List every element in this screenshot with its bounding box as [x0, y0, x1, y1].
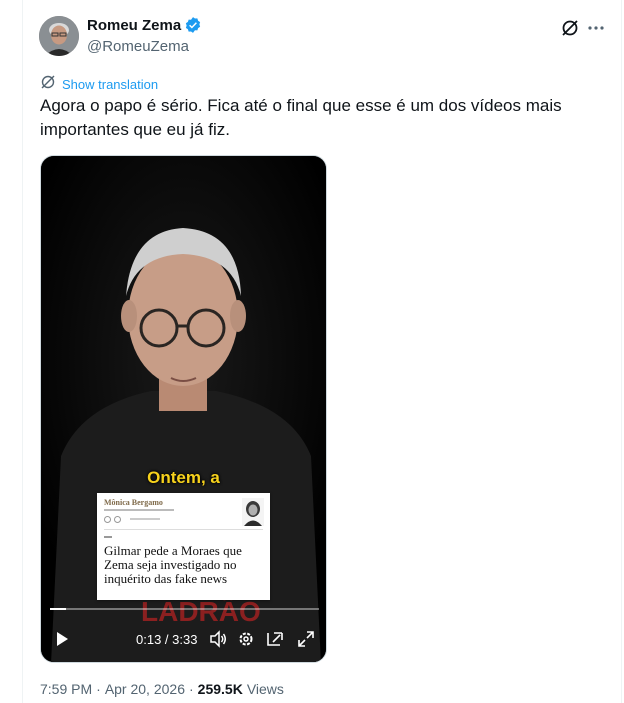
show-translation-link[interactable]: Show translation	[40, 74, 158, 95]
tweet-card: Romeu Zema @RomeuZema Show translation A…	[22, 0, 622, 703]
tweet-time[interactable]: 7:59 PM	[40, 681, 92, 697]
settings-icon[interactable]	[237, 630, 255, 648]
tweet-date[interactable]: Apr 20, 2026	[105, 681, 185, 697]
more-icon[interactable]	[586, 18, 606, 38]
volume-icon[interactable]	[209, 630, 227, 648]
views-label: Views	[246, 681, 284, 697]
author-handle[interactable]: @RomeuZema	[87, 38, 189, 55]
video-progress-fill	[50, 608, 67, 610]
author-name[interactable]: Romeu Zema	[87, 17, 181, 34]
meta-separator: ·	[188, 681, 194, 697]
show-translation-label[interactable]: Show translation	[62, 77, 158, 92]
meta-separator: ·	[96, 681, 101, 697]
article-divider	[104, 529, 263, 530]
pip-icon[interactable]	[266, 630, 284, 648]
video-time: 0:13 / 3:33	[136, 632, 198, 647]
avatar[interactable]	[39, 16, 79, 56]
video-caption: Ontem, a	[147, 468, 220, 487]
video-player[interactable]: LADRÃO Ontem, a Mônica Bergamo Gilmar pe…	[40, 155, 327, 663]
columnist-photo	[242, 498, 264, 526]
article-kicker-line	[104, 536, 114, 540]
translate-icon	[40, 74, 56, 95]
article-headline: Gilmar pede a Moraes que Zema seja inves…	[104, 543, 242, 586]
video-progress-track[interactable]	[50, 608, 319, 610]
fullscreen-icon[interactable]	[297, 630, 315, 648]
article-byline-line	[104, 508, 174, 513]
tweet-meta: 7:59 PM · Apr 20, 2026 · 259.5K Views	[40, 681, 284, 697]
verified-badge-icon	[184, 16, 202, 34]
play-icon[interactable]	[53, 630, 71, 648]
svg-text:LADRÃO: LADRÃO	[141, 596, 261, 627]
article-author: Mônica Bergamo	[104, 498, 163, 507]
grok-icon[interactable]	[560, 18, 580, 38]
tweet-text: Agora o papo é sério. Fica até o final q…	[40, 96, 562, 139]
article-share-icons	[104, 516, 160, 523]
views-count[interactable]: 259.5K	[198, 681, 243, 697]
news-article-overlay: Mônica Bergamo Gilmar pede a Moraes que …	[97, 493, 270, 600]
video-controls: 0:13 / 3:33	[41, 626, 326, 652]
